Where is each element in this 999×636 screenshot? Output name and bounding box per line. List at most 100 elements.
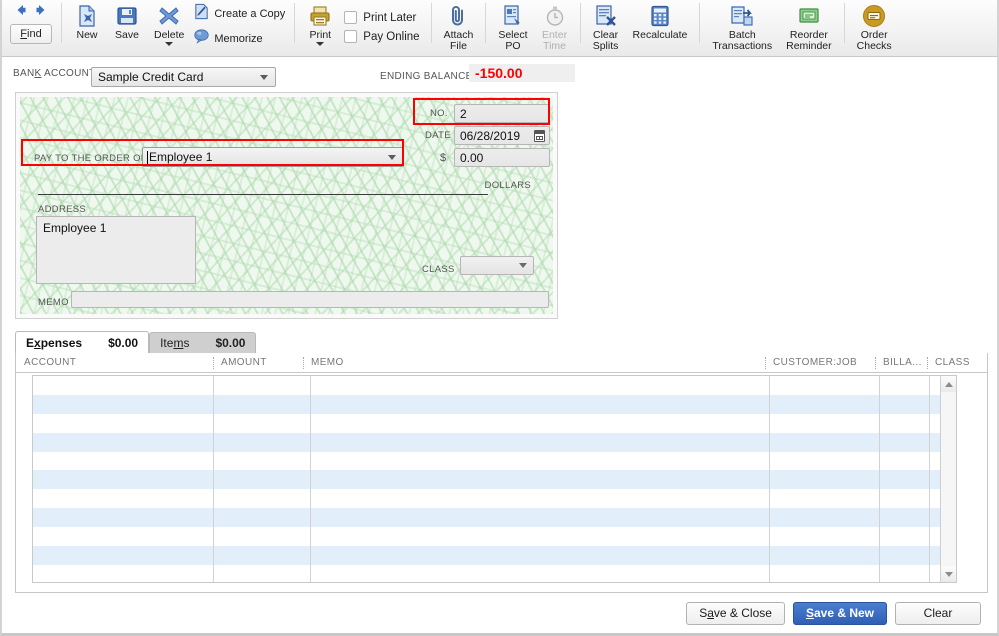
delete-label: Delete: [154, 29, 185, 41]
forward-arrow-icon[interactable]: [34, 3, 48, 22]
print-later-checkbox-row[interactable]: Print Later: [344, 11, 419, 24]
recalculate-button[interactable]: Recalculate: [626, 0, 695, 41]
check-no-label: NO.: [430, 108, 448, 119]
check-date-input[interactable]: 06/28/2019: [454, 126, 550, 145]
delete-button[interactable]: Delete: [147, 0, 191, 46]
order-checks-button[interactable]: Order Checks: [850, 0, 899, 52]
bank-account-select[interactable]: Sample Credit Card: [91, 67, 276, 87]
col-header-amount[interactable]: AMOUNT: [213, 353, 303, 373]
print-button[interactable]: Print: [300, 0, 340, 46]
print-dropdown-caret-icon[interactable]: [316, 42, 325, 46]
class-select[interactable]: [460, 256, 534, 275]
col-header-account[interactable]: ACCOUNT: [16, 353, 213, 373]
delete-dropdown-caret-icon[interactable]: [165, 42, 174, 46]
check-no-input[interactable]: 2: [454, 104, 550, 123]
table-row[interactable]: [33, 413, 956, 433]
toolbar: Find New Save Delete Create a Copy Memor…: [2, 0, 997, 57]
scroll-up-button[interactable]: [941, 376, 956, 392]
order-checks-label: Order Checks: [856, 29, 892, 52]
clear-splits-icon: [594, 4, 618, 28]
table-row[interactable]: [33, 546, 956, 565]
clear-splits-button[interactable]: Clear Splits: [586, 0, 626, 52]
table-row[interactable]: [33, 451, 956, 471]
grid-vertical-scrollbar[interactable]: [940, 376, 956, 582]
bank-account-label: BANK ACCOUNT: [13, 68, 96, 79]
copy-memorize-group: Create a Copy Memorize: [191, 0, 289, 50]
calendar-icon[interactable]: [534, 130, 545, 142]
memorize-label: Memorize: [214, 33, 263, 45]
grid-rows-container: [32, 375, 957, 583]
file-actions-group: New Save Delete Create a Copy Memorize: [67, 0, 289, 55]
create-copy-button[interactable]: Create a Copy: [193, 3, 285, 25]
check-panel: NO. 2 DATE 06/28/2019 $ 0.00 PAY TO THE …: [15, 92, 558, 319]
order-checks-icon: [862, 4, 886, 28]
col-header-memo[interactable]: MEMO: [303, 353, 765, 373]
stopwatch-icon: [543, 4, 567, 28]
grid-body: [16, 373, 987, 592]
tab-expenses[interactable]: Expenses $0.00: [15, 331, 150, 353]
table-row[interactable]: [33, 394, 956, 414]
toolbar-divider-2: [294, 3, 296, 43]
table-row[interactable]: [33, 470, 956, 490]
nav-find-group: Find: [6, 0, 56, 44]
grid-header-row: ACCOUNT AMOUNT MEMO CUSTOMER:JOB BILLA..…: [16, 353, 987, 373]
clear-button[interactable]: Clear: [895, 601, 981, 625]
print-later-checkbox[interactable]: [344, 11, 358, 24]
address-textarea[interactable]: Employee 1: [36, 216, 196, 284]
ending-balance-value: -150.00: [469, 64, 575, 82]
paperclip-icon: [446, 4, 470, 28]
table-row[interactable]: [33, 489, 956, 509]
table-row[interactable]: [33, 432, 956, 452]
tab-expenses-amount: $0.00: [108, 335, 139, 350]
calculator-icon: [648, 4, 672, 28]
find-button[interactable]: Find: [10, 24, 52, 44]
save-button[interactable]: Save: [107, 0, 147, 41]
reorder-reminder-button[interactable]: Reorder Reminder: [779, 0, 839, 52]
chevron-down-icon[interactable]: [388, 154, 396, 160]
table-row[interactable]: [33, 508, 956, 528]
save-disk-icon: [115, 4, 139, 28]
enter-time-button[interactable]: Enter Time: [535, 0, 575, 52]
check-amount-input[interactable]: 0.00: [454, 148, 550, 167]
batch-transactions-icon: [730, 4, 754, 28]
chevron-down-icon[interactable]: [519, 263, 527, 268]
print-group: Print Print Later Pay Online: [300, 0, 425, 55]
new-button[interactable]: New: [67, 0, 107, 41]
amount-words-rule: [38, 194, 488, 195]
check-date-label: DATE: [425, 130, 451, 141]
batch-transactions-button[interactable]: Batch Transactions: [705, 0, 779, 52]
pay-to-the-order-of-select[interactable]: Employee 1: [142, 147, 404, 167]
triangle-up-icon: [945, 381, 953, 387]
pay-online-checkbox-row[interactable]: Pay Online: [344, 30, 420, 43]
save-and-new-button[interactable]: Save & New: [792, 601, 887, 625]
table-row[interactable]: [33, 527, 956, 547]
select-po-button[interactable]: Select PO: [491, 0, 534, 52]
new-document-icon: [75, 4, 99, 28]
table-row[interactable]: [33, 376, 956, 395]
memo-input[interactable]: [71, 291, 549, 308]
toolbar-divider-7: [843, 3, 845, 43]
bank-account-value: Sample Credit Card: [98, 70, 204, 84]
save-and-close-button[interactable]: Save & Close: [686, 601, 785, 625]
col-header-class[interactable]: CLASS: [927, 353, 987, 373]
attach-file-button[interactable]: Attach File: [437, 0, 481, 52]
col-header-customer-job[interactable]: CUSTOMER:JOB: [765, 353, 875, 373]
toolbar-divider-6: [699, 3, 701, 43]
recalculate-label: Recalculate: [632, 29, 688, 41]
tab-items[interactable]: Items $0.00: [149, 332, 257, 353]
chevron-down-icon[interactable]: [260, 74, 268, 80]
print-label: Print: [309, 29, 332, 41]
pay-online-checkbox[interactable]: [344, 30, 358, 43]
back-arrow-icon[interactable]: [14, 3, 28, 22]
memorize-button[interactable]: Memorize: [193, 28, 285, 50]
scroll-down-button[interactable]: [941, 566, 956, 582]
col-header-billable[interactable]: BILLA...: [875, 353, 927, 373]
table-row[interactable]: [33, 564, 956, 582]
save-and-new-label: Save & New: [805, 606, 874, 620]
tab-items-label: Items: [160, 336, 190, 350]
memo-label: MEMO: [38, 297, 69, 308]
clear-splits-label: Clear Splits: [592, 29, 619, 52]
delete-x-icon: [157, 4, 181, 28]
check-date-value: 06/28/2019: [460, 128, 521, 143]
toolbar-divider: [61, 3, 62, 43]
